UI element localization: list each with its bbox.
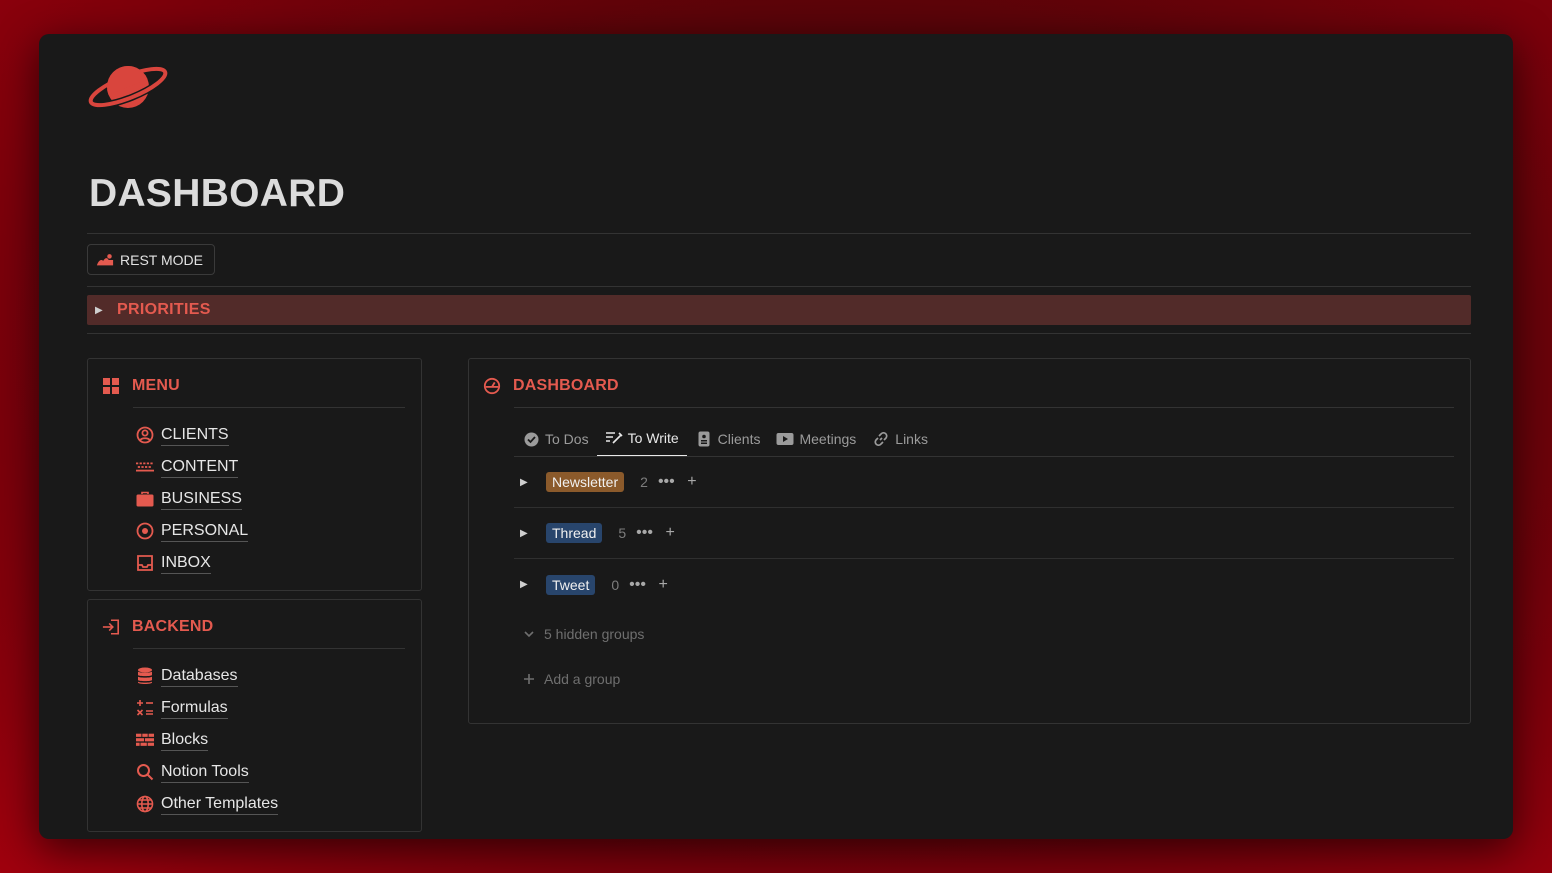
gauge-icon: [483, 377, 501, 395]
more-icon[interactable]: •••: [629, 576, 646, 594]
backend-list: Databases Formulas Blocks Notion Tools O…: [136, 660, 279, 820]
add-icon[interactable]: +: [655, 576, 671, 594]
menu-item-label: CLIENTS: [161, 425, 229, 446]
triangle-right-icon[interactable]: ▶: [520, 579, 530, 590]
id-card-icon: [695, 430, 713, 448]
group-row: ▶ Thread 5 ••• +: [514, 508, 1454, 559]
formula-icon: [136, 699, 154, 717]
more-icon[interactable]: •••: [636, 524, 653, 542]
hidden-groups-toggle[interactable]: 5 hidden groups: [520, 625, 644, 643]
check-circle-icon: [522, 430, 540, 448]
globe-icon: [136, 795, 154, 813]
backend-item-databases[interactable]: Databases: [136, 660, 278, 692]
backend-item-label: Databases: [161, 666, 238, 687]
hidden-groups-label: 5 hidden groups: [544, 626, 645, 642]
inbox-icon: [136, 554, 154, 572]
add-group-button[interactable]: Add a group: [520, 670, 620, 688]
grid-icon: [102, 377, 120, 395]
planet-icon: [87, 59, 170, 115]
link-icon: [872, 430, 890, 448]
backend-item-other-templates[interactable]: Other Templates: [136, 788, 279, 820]
triangle-right-icon: ▶: [95, 304, 103, 316]
backend-card: BACKEND Databases Formulas Blocks Notion…: [87, 599, 422, 832]
tab-label: Clients: [717, 431, 761, 447]
menu-title: MENU: [132, 377, 180, 394]
database-icon: [136, 667, 154, 685]
dashboard-title: DASHBOARD: [513, 377, 619, 394]
chevron-down-icon: [520, 625, 538, 643]
rest-mode-icon: [96, 251, 114, 269]
sign-in-icon: [102, 618, 120, 636]
group-tag[interactable]: Tweet: [546, 574, 596, 595]
write-icon: [605, 429, 623, 447]
menu-item-label: CONTENT: [161, 457, 239, 478]
rest-mode-button[interactable]: REST MODE: [87, 244, 215, 275]
divider: [87, 286, 1471, 287]
tab-label: To Dos: [545, 431, 589, 447]
more-icon[interactable]: •••: [658, 473, 675, 491]
dashboard-header: DASHBOARD: [483, 377, 619, 395]
dashboard-card: DASHBOARD To Dos To Write Clients Meetin…: [468, 358, 1471, 724]
divider: [514, 407, 1454, 408]
group-tag[interactable]: Newsletter: [546, 472, 625, 492]
priorities-label: PRIORITIES: [117, 301, 211, 318]
tab-meetings[interactable]: Meetings: [768, 421, 864, 457]
menu-item-inbox[interactable]: INBOX: [136, 547, 248, 579]
user-circle-icon: [136, 426, 154, 444]
tab-links[interactable]: Links: [864, 421, 936, 457]
menu-list: CLIENTS CONTENT BUSINESS PERSONAL INBOX: [136, 419, 249, 579]
backend-item-blocks[interactable]: Blocks: [136, 724, 278, 756]
tab-label: Meetings: [799, 431, 857, 447]
group-tag[interactable]: Thread: [546, 523, 603, 543]
blocks-icon: [136, 731, 154, 749]
divider: [133, 648, 405, 649]
plus-icon: [520, 670, 538, 688]
menu-card: MENU CLIENTS CONTENT BUSINESS PERSONAL I…: [87, 358, 422, 591]
priorities-toggle[interactable]: ▶ PRIORITIES: [87, 295, 1471, 325]
view-tabs: To Dos To Write Clients Meetings Links: [514, 421, 936, 457]
video-icon: [776, 430, 794, 448]
triangle-right-icon[interactable]: ▶: [520, 528, 530, 539]
divider: [87, 233, 1471, 234]
add-icon[interactable]: +: [684, 473, 700, 491]
tab-to-write[interactable]: To Write: [596, 421, 687, 457]
backend-item-label: Other Templates: [161, 794, 279, 815]
backend-item-label: Formulas: [161, 698, 228, 719]
backend-item-label: Notion Tools: [161, 762, 249, 783]
menu-item-label: INBOX: [161, 553, 211, 574]
menu-item-clients[interactable]: CLIENTS: [136, 419, 248, 451]
backend-item-formulas[interactable]: Formulas: [136, 692, 278, 724]
menu-item-label: PERSONAL: [161, 521, 249, 542]
divider: [133, 407, 405, 408]
backend-item-notion-tools[interactable]: Notion Tools: [136, 756, 278, 788]
tab-clients[interactable]: Clients: [687, 421, 769, 457]
target-icon: [136, 522, 154, 540]
group-count: 0: [611, 576, 620, 593]
briefcase-icon: [136, 490, 154, 508]
add-group-label: Add a group: [544, 671, 621, 687]
tab-label: Links: [895, 431, 928, 447]
triangle-right-icon[interactable]: ▶: [520, 477, 530, 488]
group-row: ▶ Tweet 0 ••• +: [514, 559, 1454, 610]
menu-header: MENU: [102, 377, 180, 395]
tab-label: To Write: [627, 430, 679, 446]
backend-title: BACKEND: [132, 618, 214, 635]
divider: [87, 333, 1471, 334]
notion-window: DASHBOARD REST MODE ▶ PRIORITIES MENU CL…: [39, 34, 1513, 839]
add-icon[interactable]: +: [662, 524, 678, 542]
group-count: 5: [618, 525, 627, 541]
rest-mode-label: REST MODE: [120, 251, 203, 268]
menu-item-content[interactable]: CONTENT: [136, 451, 248, 483]
backend-header: BACKEND: [102, 618, 213, 636]
menu-item-business[interactable]: BUSINESS: [136, 483, 248, 515]
menu-item-personal[interactable]: PERSONAL: [136, 515, 249, 547]
search-icon: [136, 763, 154, 781]
backend-item-label: Blocks: [161, 730, 209, 751]
page-title: DASHBOARD: [89, 172, 346, 215]
group-count: 2: [640, 474, 648, 490]
tab-to-dos[interactable]: To Dos: [514, 421, 597, 457]
group-row: ▶ Newsletter 2 ••• +: [514, 457, 1454, 508]
menu-item-label: BUSINESS: [161, 489, 242, 510]
keyboard-icon: [136, 458, 154, 476]
